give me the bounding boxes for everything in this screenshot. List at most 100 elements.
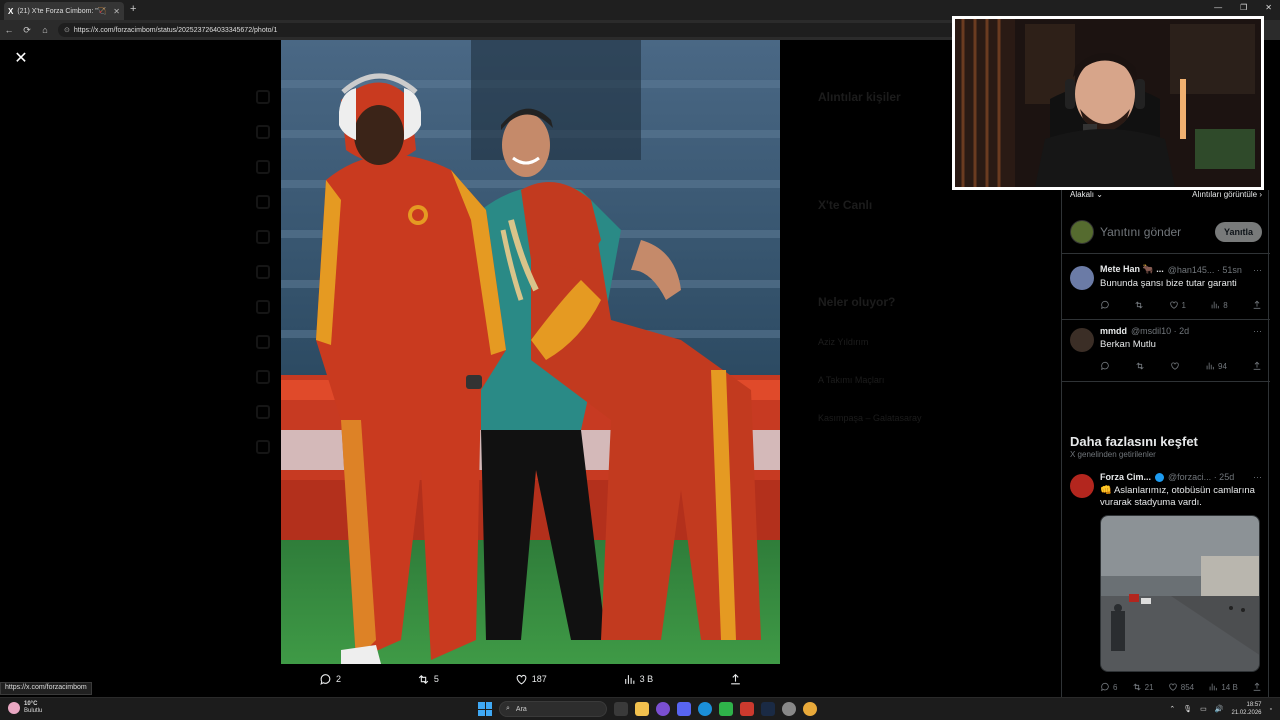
app-icon[interactable] [740, 702, 754, 716]
file-explorer-icon[interactable] [635, 702, 649, 716]
repost-icon [418, 674, 429, 684]
whats-happening-heading: Neler oluyor? [818, 295, 896, 309]
minimize-button[interactable]: — [1214, 3, 1222, 12]
reply-button[interactable] [1100, 361, 1110, 371]
home-icon[interactable]: ⌂ [36, 25, 54, 35]
heart-icon [1169, 683, 1177, 691]
close-window-button[interactable]: ✕ [1265, 3, 1272, 12]
restore-button[interactable]: ❐ [1240, 3, 1247, 12]
edge-browser-icon[interactable] [698, 702, 712, 716]
chrome-icon[interactable] [803, 702, 817, 716]
street-bus-photo [1101, 516, 1259, 671]
back-arrow-icon[interactable]: ← [0, 25, 18, 35]
windows-start-icon[interactable] [478, 702, 492, 716]
widgets-icon[interactable] [656, 702, 670, 716]
views-button[interactable]: 14 B [1208, 682, 1238, 692]
share-button[interactable] [1252, 682, 1262, 692]
weather-description: Bulutlu [24, 708, 43, 714]
reply-count: 6 [1113, 682, 1118, 692]
sort-dropdown[interactable]: Alakalı ⌄ [1070, 190, 1103, 204]
search-placeholder: Ara [515, 705, 527, 713]
like-button[interactable] [1170, 361, 1180, 371]
notifications-icon[interactable]: ▫ [1270, 706, 1272, 713]
views-count: 94 [1218, 361, 1227, 371]
views-count: 3 B [639, 674, 654, 684]
heart-icon [516, 674, 527, 684]
system-tray: ⌃ 🎙 ▭ 🔊 18:57 21.02.2026 ▫ [1169, 701, 1272, 717]
browser-tab[interactable]: X (21) X'te Forza Cimbom: "🏹 Boş ✕ [4, 2, 124, 20]
views-chart-icon [1209, 683, 1218, 691]
repost-icon [1135, 301, 1143, 309]
site-info-icon[interactable]: ⊙ [64, 26, 70, 34]
reply-icon [1101, 300, 1109, 310]
trend-item: A Takımı Maçları [818, 375, 885, 385]
like-button[interactable]: 1 [1169, 300, 1186, 310]
bookmarks-nav-icon [256, 300, 270, 314]
like-button[interactable]: 854 [1168, 682, 1194, 692]
tweet-author-handle[interactable]: @han145... · 51sn [1168, 265, 1249, 275]
share-button[interactable] [1252, 361, 1262, 371]
views-button[interactable]: 94 [1205, 361, 1227, 371]
tweet-media-image[interactable] [1100, 515, 1260, 672]
tweet-author-handle[interactable]: @forzaci... · 25d [1168, 472, 1249, 482]
tweet-author-name[interactable]: mmdd [1100, 326, 1127, 336]
task-view-icon[interactable] [614, 702, 628, 716]
reply-input[interactable]: Yanıtını gönder [1100, 225, 1209, 239]
views-button[interactable]: 8 [1210, 300, 1228, 310]
verified-badge-icon [1155, 472, 1165, 482]
home-nav-icon [256, 90, 270, 104]
tab-close-icon[interactable]: ✕ [113, 7, 120, 16]
new-tab-button[interactable]: + [130, 3, 136, 15]
tweet-author-name[interactable]: Forza Cim... [1100, 472, 1151, 482]
tweet-text: Bunundа şansı bize tutar garanti [1100, 278, 1237, 289]
views-button[interactable]: 3 B [623, 673, 654, 686]
avatar[interactable] [1070, 328, 1094, 352]
clock[interactable]: 18:57 21.02.2026 [1231, 701, 1261, 717]
view-quotes-link[interactable]: Alıntıları görüntüle › [1192, 190, 1262, 204]
reload-icon[interactable]: ⟳ [18, 25, 36, 36]
reply-tweet[interactable]: Mete Han 🐂 ... @han145... · 51sn ··· Bun… [1062, 258, 1270, 320]
share-button[interactable] [1252, 300, 1262, 310]
weather-widget[interactable]: 10°C Bulutlu [8, 701, 42, 715]
reply-button[interactable]: 6 [1100, 682, 1117, 692]
microphone-icon[interactable]: 🎙 [1183, 705, 1192, 713]
tweet-actions: 6 21 854 14 B [1100, 680, 1262, 694]
url-bar[interactable]: ⊙ https://x.com/forzacimbom/status/20252… [58, 23, 958, 37]
chevron-down-icon: ⌄ [1096, 190, 1103, 199]
trend-item: Kasımpaşa – Galatasaray [818, 413, 922, 423]
discover-more-subtitle: X genelinden getirilenler [1070, 450, 1156, 459]
views-chart-icon [1211, 301, 1219, 309]
taskbar-search[interactable]: ⌕ Ara [499, 701, 607, 717]
reply-button[interactable] [1100, 300, 1110, 310]
like-button[interactable]: 187 [515, 673, 547, 686]
chevron-up-icon[interactable]: ⌃ [1169, 705, 1175, 713]
volume-icon[interactable]: 🔊 [1215, 705, 1224, 713]
more-options-icon[interactable]: ··· [1253, 472, 1262, 482]
avatar[interactable] [1070, 474, 1094, 498]
chevron-right-icon: › [1259, 190, 1262, 199]
more-options-icon[interactable]: ··· [1253, 265, 1262, 275]
obs-icon[interactable] [782, 702, 796, 716]
steam-icon[interactable] [761, 702, 775, 716]
sort-label: Alakalı [1070, 190, 1095, 199]
tweet-author-handle[interactable]: @msdil10 · 2d [1131, 326, 1249, 336]
repost-button[interactable]: 21 [1132, 682, 1154, 692]
close-viewer-button[interactable]: ✕ [12, 50, 30, 68]
tweet-photo[interactable] [281, 40, 780, 664]
repost-button[interactable] [1134, 300, 1144, 310]
discord-icon[interactable] [677, 702, 691, 716]
reply-submit-button[interactable]: Yanıtla [1214, 221, 1262, 242]
reply-button[interactable]: 2 [319, 673, 341, 686]
share-icon [1253, 300, 1261, 309]
tweet-author-name[interactable]: Mete Han 🐂 ... [1100, 264, 1164, 275]
repost-button[interactable] [1135, 361, 1145, 371]
avatar[interactable] [1070, 266, 1094, 290]
discover-tweet[interactable]: Forza Cim... @forzaci... · 25d ··· 👊 Asl… [1062, 466, 1270, 696]
whatsapp-icon[interactable] [719, 702, 733, 716]
repost-button[interactable]: 5 [417, 673, 439, 686]
reply-tweet[interactable]: mmdd @msdil10 · 2d ··· Berkan Mutlu 94 [1062, 320, 1270, 382]
more-options-icon[interactable]: ··· [1253, 326, 1262, 336]
clock-date: 21.02.2026 [1231, 710, 1262, 716]
share-button[interactable] [729, 673, 742, 686]
network-icon[interactable]: ▭ [1200, 705, 1207, 713]
